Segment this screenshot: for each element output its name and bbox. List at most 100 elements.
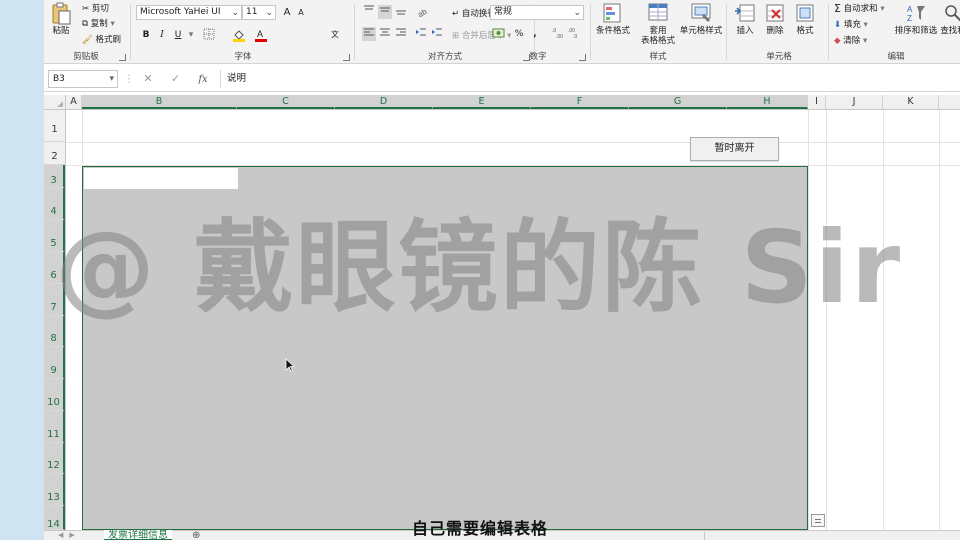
divider	[354, 4, 355, 60]
row-header-11[interactable]: 11	[44, 411, 65, 443]
row-header-4[interactable]: 4	[44, 188, 65, 220]
column-header-e[interactable]: E	[433, 95, 531, 109]
row-header-2[interactable]: 2	[44, 142, 65, 165]
format-as-table-button[interactable]: 套用 表格格式	[636, 2, 680, 46]
percent-label: %	[514, 29, 524, 39]
border-icon[interactable]	[202, 28, 216, 42]
delete-button[interactable]: 删除	[760, 2, 790, 36]
row-header-3[interactable]: 3	[44, 165, 65, 188]
number-launcher-icon[interactable]	[579, 54, 586, 61]
fill-color-icon[interactable]	[232, 28, 246, 42]
row-header-5[interactable]: 5	[44, 220, 65, 252]
row-header-12[interactable]: 12	[44, 443, 65, 474]
column-header-c[interactable]: C	[237, 95, 335, 109]
underline-button[interactable]: U	[171, 28, 185, 42]
cut-button[interactable]: ✂ 剪切	[82, 2, 109, 15]
align-right-icon[interactable]	[394, 27, 408, 41]
font-name-select[interactable]: Microsoft YaHei UI ⌄	[136, 5, 242, 20]
conditional-format-button[interactable]: 条件格式	[592, 2, 634, 36]
grow-font-button[interactable]: A	[280, 6, 294, 20]
format-label: 格式	[796, 26, 814, 36]
column-header-d[interactable]: D	[335, 95, 433, 109]
svg-text:Z: Z	[907, 14, 912, 23]
format-button[interactable]: 格式	[790, 2, 820, 36]
formula-input[interactable]: 说明	[220, 70, 956, 88]
row-header-6[interactable]: 6	[44, 252, 65, 284]
insert-function-button[interactable]: fx	[191, 71, 215, 89]
number-group-label: 数字	[529, 52, 547, 62]
copy-button[interactable]: ⧉ 复制 ▾	[82, 17, 115, 30]
find-select-button[interactable]: 查找和	[938, 2, 960, 36]
row-header-1[interactable]: 1	[44, 110, 65, 142]
bold-button[interactable]: B	[139, 28, 153, 42]
description-field[interactable]	[84, 168, 238, 189]
column-header-f[interactable]: F	[531, 95, 629, 109]
column-header-g[interactable]: G	[629, 95, 727, 109]
enter-icon[interactable]: ✓	[164, 70, 188, 88]
leave-temporarily-button[interactable]: 暂时离开	[690, 137, 779, 161]
eraser-icon: ◆	[834, 35, 841, 46]
fill-down-icon: ⬇	[834, 19, 842, 30]
sort-filter-button[interactable]: AZ 排序和筛选	[894, 2, 938, 36]
align-bottom-icon[interactable]	[394, 5, 408, 19]
autosum-button[interactable]: Σ 自动求和 ▾	[834, 2, 885, 15]
align-left-icon[interactable]	[362, 27, 376, 41]
row-header-10[interactable]: 10	[44, 379, 65, 411]
column-header-j[interactable]: J	[826, 95, 883, 109]
sort-filter-icon: AZ	[905, 2, 927, 24]
format-painter-button[interactable]: 🖌 格式刷	[82, 33, 121, 46]
svg-text:A: A	[907, 5, 913, 14]
comma-button[interactable]: ,	[528, 27, 542, 41]
row-header-9[interactable]: 9	[44, 347, 65, 379]
row-header-7[interactable]: 7	[44, 284, 65, 316]
cell-styles-button[interactable]: 单元格样式	[678, 2, 724, 36]
delete-label: 删除	[766, 26, 784, 36]
table-format-label-2: 表格格式	[640, 36, 675, 46]
fill-button[interactable]: ⬇ 填充 ▾	[834, 18, 868, 31]
increase-decimal-icon[interactable]: .0.00	[552, 27, 566, 41]
select-all-button[interactable]	[44, 95, 66, 109]
font-launcher-icon[interactable]	[343, 54, 350, 61]
chevron-down-icon[interactable]: ▾	[184, 28, 198, 42]
clipboard-group: 粘贴 ✂ 剪切 ⧉ 复制 ▾ 🖌 格式刷 剪贴板	[44, 0, 128, 64]
phonetic-button[interactable]: 文	[328, 28, 342, 42]
gridline	[939, 110, 940, 530]
decrease-decimal-icon[interactable]: .00.0	[568, 27, 582, 41]
row-header-13[interactable]: 13	[44, 474, 65, 506]
mouse-cursor-icon	[285, 358, 295, 372]
align-top-icon[interactable]	[362, 5, 376, 19]
align-center-icon[interactable]	[378, 27, 392, 41]
fill-label: 填充	[843, 20, 861, 30]
shrink-font-button[interactable]: A	[294, 6, 308, 20]
column-header-h[interactable]: H	[727, 95, 808, 109]
phonetic-label: 文	[331, 30, 339, 39]
percent-button[interactable]: %	[512, 27, 526, 41]
decrease-indent-icon[interactable]	[414, 27, 428, 41]
cell-styles-label: 单元格样式	[679, 26, 723, 36]
insert-button[interactable]: 插入	[730, 2, 760, 36]
divider	[828, 4, 829, 60]
excel-window: 粘贴 ✂ 剪切 ⧉ 复制 ▾ 🖌 格式刷 剪贴板 Microsoft YaHei…	[44, 0, 960, 540]
orientation-icon[interactable]: ab	[416, 5, 430, 20]
column-header-i[interactable]: I	[808, 95, 826, 109]
clear-button[interactable]: ◆ 清除 ▾	[834, 34, 867, 47]
cell-styles-icon	[690, 2, 712, 24]
paste-icon	[50, 2, 72, 25]
currency-icon[interactable]	[492, 27, 506, 41]
column-header-k[interactable]: K	[883, 95, 939, 109]
number-format-select[interactable]: 常规 ⌄	[490, 5, 584, 20]
align-middle-icon[interactable]	[378, 5, 392, 19]
clipboard-launcher-icon[interactable]	[119, 54, 126, 61]
font-size-select[interactable]: 11 ⌄	[242, 5, 276, 20]
increase-indent-icon[interactable]	[430, 27, 444, 41]
column-header-b[interactable]: B	[82, 95, 237, 109]
number-group: 常规 ⌄ % , .0.00 .00.0 数字	[488, 0, 588, 64]
row-header-8[interactable]: 8	[44, 316, 65, 347]
italic-button[interactable]: I	[155, 28, 169, 42]
font-color-icon[interactable]: A	[254, 28, 268, 42]
scissors-icon: ✂	[82, 3, 90, 14]
cancel-icon[interactable]: ✕	[136, 70, 160, 88]
column-header-a[interactable]: A	[66, 95, 82, 109]
name-box[interactable]: B3 ▾	[48, 70, 118, 88]
paste-button[interactable]: 粘贴	[50, 2, 72, 36]
